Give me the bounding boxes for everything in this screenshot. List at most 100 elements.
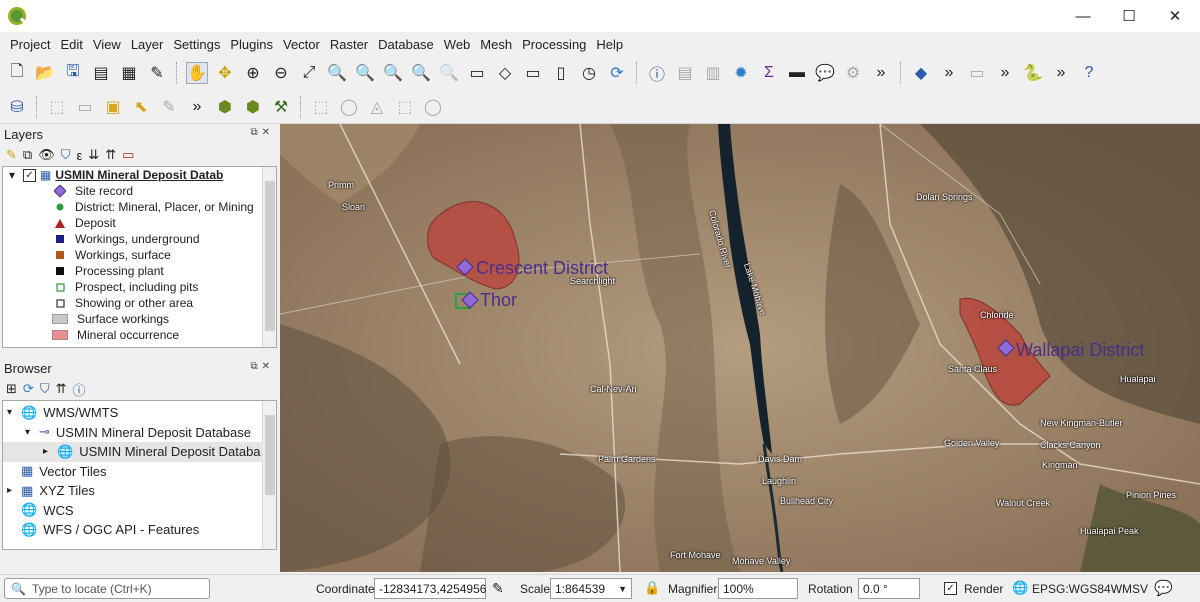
- menu-layer[interactable]: Layer: [126, 37, 169, 52]
- menu-database[interactable]: Database: [373, 37, 439, 52]
- model-designer-icon[interactable]: ⬢: [242, 96, 264, 118]
- browser-item[interactable]: ▦ Vector Tiles: [3, 462, 276, 482]
- menu-processing[interactable]: Processing: [517, 37, 591, 52]
- new-map-view-icon[interactable]: ▭: [466, 62, 488, 84]
- style-panel-icon[interactable]: ✎: [6, 147, 17, 163]
- remove-layer-icon[interactable]: ▭: [122, 147, 134, 163]
- geometry-tool-icon[interactable]: ⬚: [310, 96, 332, 118]
- menu-help[interactable]: Help: [591, 37, 628, 52]
- map-canvas[interactable]: Crescent District Thor Wallapai District…: [280, 124, 1200, 572]
- settings-gear-icon[interactable]: ✹: [730, 62, 752, 84]
- collapse-all-icon[interactable]: ⇈: [105, 147, 116, 163]
- refresh-icon[interactable]: ⟳: [606, 62, 628, 84]
- menu-vector[interactable]: Vector: [278, 37, 325, 52]
- zoom-selection-icon[interactable]: 🔍: [326, 62, 348, 84]
- lock-scale-icon[interactable]: 🔒: [644, 580, 660, 596]
- layer-row[interactable]: ▾ ✓ ▦ USMIN Mineral Deposit Datab: [3, 167, 276, 183]
- pan-icon[interactable]: ✋: [186, 62, 208, 84]
- zoom-full-icon[interactable]: ⤢: [298, 62, 320, 84]
- browser-item[interactable]: 🌐 WFS / OGC API - Features: [3, 520, 276, 540]
- collapse-all-icon[interactable]: ⇈: [56, 381, 67, 397]
- minimize-button[interactable]: —: [1060, 0, 1106, 32]
- expand-arrow-icon[interactable]: ▸: [7, 485, 21, 496]
- filter-expression-icon[interactable]: ε: [76, 148, 82, 163]
- legend-item[interactable]: Prospect, including pits: [53, 279, 276, 295]
- legend-item[interactable]: District: Mineral, Placer, or Mining: [53, 199, 276, 215]
- legend-item[interactable]: Workings, surface: [53, 247, 276, 263]
- pan-to-selection-icon[interactable]: ✥: [214, 62, 236, 84]
- scale-combobox[interactable]: 1:864539 ▼: [550, 578, 632, 599]
- zoom-layer-icon[interactable]: 🔍: [354, 62, 376, 84]
- zoom-native-icon[interactable]: 🔍: [382, 62, 404, 84]
- filter-legend-icon[interactable]: ⛉: [61, 147, 71, 163]
- menu-raster[interactable]: Raster: [325, 37, 373, 52]
- statistical-summary-icon[interactable]: ▥: [702, 62, 724, 84]
- expand-arrow-icon[interactable]: ▸: [43, 446, 57, 457]
- layer-visibility-checkbox[interactable]: ✓: [23, 168, 36, 182]
- legend-item[interactable]: Workings, underground: [53, 231, 276, 247]
- legend-item[interactable]: Mineral occurrence: [52, 327, 276, 343]
- legend-item[interactable]: Site record: [53, 183, 276, 199]
- browser-item[interactable]: ▾ 🌐 WMS/WMTS: [3, 403, 276, 423]
- save-project-icon[interactable]: 🖫: [62, 62, 84, 84]
- locator-search-input[interactable]: 🔍 Type to locate (Ctrl+K): [4, 578, 210, 599]
- dock-controls-icon[interactable]: ⧉✕: [250, 361, 274, 372]
- geometry-tool-icon[interactable]: ◬: [366, 96, 388, 118]
- layers-scrollbar[interactable]: [262, 167, 276, 347]
- dock-controls-icon[interactable]: ⧉✕: [250, 127, 274, 138]
- legend-item[interactable]: Showing or other area: [53, 295, 276, 311]
- browser-item[interactable]: 🌐 WCS: [3, 501, 276, 521]
- show-bookmarks-icon[interactable]: ▯: [550, 62, 572, 84]
- add-selected-icon[interactable]: ⊞: [6, 381, 17, 397]
- deselect-icon[interactable]: ▣: [102, 96, 124, 118]
- annotation-icon[interactable]: 💬: [814, 62, 836, 84]
- zoom-next-icon[interactable]: 🔍: [438, 62, 460, 84]
- overflow-chevron-icon[interactable]: »: [938, 62, 960, 84]
- database-icon[interactable]: ⛁: [6, 96, 28, 118]
- add-layer-icon[interactable]: ◆: [910, 62, 932, 84]
- browser-item[interactable]: ▸ 🌐 USMIN Mineral Deposit Databa: [3, 442, 276, 462]
- overflow-chevron-icon[interactable]: »: [870, 62, 892, 84]
- expand-arrow-icon[interactable]: ▾: [25, 427, 39, 438]
- refresh-icon[interactable]: ⟳: [23, 381, 34, 397]
- maximize-button[interactable]: ☐: [1106, 0, 1152, 32]
- style-manager-icon[interactable]: ✎: [146, 62, 168, 84]
- expand-all-icon[interactable]: ⇊: [88, 147, 99, 163]
- geometry-tool-icon[interactable]: ◯: [422, 96, 444, 118]
- expand-arrow-icon[interactable]: ▾: [7, 407, 21, 418]
- open-attribute-table-icon[interactable]: ▤: [674, 62, 696, 84]
- rotation-spinbox[interactable]: 0.0 °: [858, 578, 920, 599]
- info-icon[interactable]: ⓘ: [72, 380, 85, 399]
- identify-icon[interactable]: ⓘ: [646, 62, 668, 84]
- label-tool-icon[interactable]: ▭: [966, 62, 988, 84]
- messages-icon[interactable]: 💬: [1154, 579, 1173, 597]
- extents-toggle-icon[interactable]: ✎: [492, 580, 504, 597]
- python-console-icon[interactable]: 🐍: [1022, 62, 1044, 84]
- browser-item[interactable]: ▾ ⊸ USMIN Mineral Deposit Database: [3, 423, 276, 443]
- render-checkbox[interactable]: ✓: [944, 582, 957, 595]
- select-features-icon[interactable]: ⬉: [130, 96, 152, 118]
- zoom-last-icon[interactable]: 🔍: [410, 62, 432, 84]
- browser-scrollbar[interactable]: [262, 401, 276, 549]
- menu-view[interactable]: View: [88, 37, 126, 52]
- legend-item[interactable]: Surface workings: [52, 311, 276, 327]
- field-calculator-icon[interactable]: Σ: [758, 62, 780, 84]
- overflow-chevron-icon[interactable]: »: [186, 96, 208, 118]
- coordinate-field[interactable]: -12834173,4254956: [374, 578, 486, 599]
- measure-icon[interactable]: ▬: [786, 62, 808, 84]
- layout-manager-icon[interactable]: ▦: [118, 62, 140, 84]
- filter-browser-icon[interactable]: ⛉: [40, 381, 50, 397]
- new-bookmark-icon[interactable]: ▭: [522, 62, 544, 84]
- select-features-icon[interactable]: ⚙: [842, 62, 864, 84]
- menu-settings[interactable]: Settings: [168, 37, 225, 52]
- help-icon[interactable]: ?: [1078, 62, 1100, 84]
- collapse-arrow-icon[interactable]: ▾: [9, 168, 23, 182]
- new-3d-view-icon[interactable]: ◇: [494, 62, 516, 84]
- legend-item[interactable]: Deposit: [53, 215, 276, 231]
- browser-item[interactable]: ▸ ▦ XYZ Tiles: [3, 481, 276, 501]
- zoom-out-icon[interactable]: ⊖: [270, 62, 292, 84]
- new-project-icon[interactable]: 🗋: [6, 62, 28, 84]
- overflow-chevron-icon[interactable]: »: [1050, 62, 1072, 84]
- geometry-tool-icon[interactable]: ◯: [338, 96, 360, 118]
- tools-icon[interactable]: ⚒: [270, 96, 292, 118]
